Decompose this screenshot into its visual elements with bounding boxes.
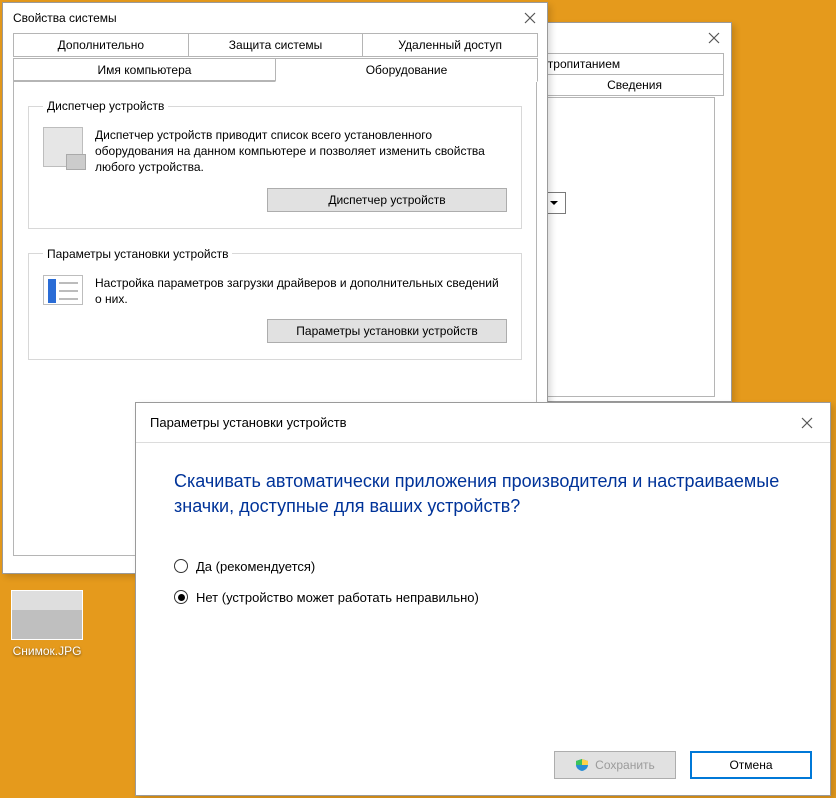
group-device-install-settings: Параметры установки устройств Настройка …: [28, 247, 522, 360]
tab-advanced[interactable]: Дополнительно: [13, 33, 189, 57]
titlebar[interactable]: Параметры установки устройств: [136, 403, 830, 443]
group-description: Диспетчер устройств приводит список всег…: [95, 127, 507, 176]
device-manager-icon: [43, 127, 83, 167]
window-title: Свойства системы: [13, 11, 117, 25]
tab-remote[interactable]: Удаленный доступ: [362, 33, 538, 57]
tab-hardware[interactable]: Оборудование: [275, 58, 538, 82]
window-device-install-settings: Параметры установки устройств Скачивать …: [135, 402, 831, 796]
close-icon[interactable]: [798, 414, 816, 432]
device-manager-button[interactable]: Диспетчер устройств: [267, 188, 507, 212]
settings-list-icon: [43, 275, 83, 305]
radio-option-no[interactable]: Нет (устройство может работать неправиль…: [174, 590, 792, 605]
dialog-question: Скачивать автоматически приложения произ…: [174, 469, 792, 519]
radio-icon: [174, 590, 188, 604]
cancel-button[interactable]: Отмена: [690, 751, 812, 779]
tab-computer-name[interactable]: Имя компьютера: [13, 58, 276, 82]
file-label: Снимок.JPG: [2, 644, 92, 658]
group-device-manager: Диспетчер устройств Диспетчер устройств …: [28, 99, 522, 229]
tab-system-protection[interactable]: Защита системы: [188, 33, 364, 57]
file-thumbnail: [11, 590, 83, 640]
titlebar[interactable]: Свойства системы: [3, 3, 547, 33]
radio-label: Нет (устройство может работать неправиль…: [196, 590, 479, 605]
close-icon[interactable]: [705, 29, 723, 47]
device-install-settings-button[interactable]: Параметры установки устройств: [267, 319, 507, 343]
radio-label: Да (рекомендуется): [196, 559, 315, 574]
close-icon[interactable]: [521, 9, 539, 27]
group-legend: Диспетчер устройств: [43, 99, 168, 113]
save-button[interactable]: Сохранить: [554, 751, 676, 779]
radio-option-yes[interactable]: Да (рекомендуется): [174, 559, 792, 574]
window-title: Параметры установки устройств: [150, 415, 347, 430]
tab-details[interactable]: Сведения: [545, 74, 724, 96]
group-legend: Параметры установки устройств: [43, 247, 232, 261]
radio-icon: [174, 559, 188, 573]
desktop-file[interactable]: Снимок.JPG: [2, 590, 92, 658]
shield-icon: [575, 758, 589, 772]
group-description: Настройка параметров загрузки драйверов …: [95, 275, 507, 307]
